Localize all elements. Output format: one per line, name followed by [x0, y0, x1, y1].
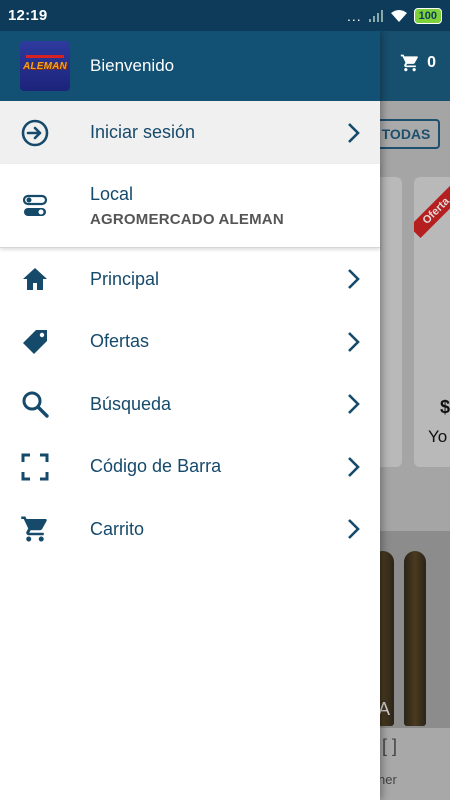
chevron-right-icon [348, 269, 360, 290]
menu-item-label: Iniciar sesión [90, 122, 196, 142]
logo-text: ALEMAN [23, 60, 67, 72]
bottle-image [404, 551, 426, 726]
menu-item-login[interactable]: Iniciar sesión [0, 101, 380, 164]
toggle-icon [20, 191, 50, 221]
menu-item-carrito[interactable]: Carrito [0, 498, 380, 561]
more-dots: ... [346, 7, 362, 24]
status-bar: 12:19 ... 100 [0, 0, 450, 31]
signal-icon [368, 9, 383, 22]
store-logo: ALEMAN [20, 41, 70, 91]
header-title: Bienvenido [90, 56, 175, 75]
menu-item-local[interactable]: Local AGROMERCADO ALEMAN [0, 164, 380, 248]
cart-icon [400, 54, 418, 72]
product-name-fragment: Yo [428, 427, 448, 446]
menu-item-label: Código de Barra [90, 456, 222, 477]
menu-item-label: Ofertas [90, 331, 150, 352]
wifi-icon [390, 9, 407, 22]
chevron-right-icon [348, 331, 360, 352]
scan-icon: [ ] [382, 736, 398, 756]
local-label: Local [90, 184, 134, 204]
bottom-nav-label: ner [378, 772, 397, 787]
search-icon [20, 389, 50, 419]
chevron-right-icon [348, 122, 360, 143]
menu-item-busqueda[interactable]: Búsqueda [0, 373, 380, 436]
filter-todas-button: TODAS [372, 119, 440, 149]
tag-icon [20, 327, 50, 357]
menu-item-codigo-barra[interactable]: Código de Barra [0, 436, 380, 499]
offer-badge: Oferta [414, 183, 450, 239]
menu-item-label: Carrito [90, 518, 145, 539]
navigation-drawer: ALEMAN Bienvenido Iniciar sesión Local A… [0, 31, 380, 800]
product-card: Oferta [414, 177, 450, 467]
menu-item-label: Principal [90, 268, 160, 289]
menu-item-ofertas[interactable]: Ofertas [0, 311, 380, 374]
logo-band [26, 55, 64, 58]
cart-count: 0 [427, 54, 436, 71]
menu-item-label: Búsqueda [90, 393, 172, 414]
chevron-right-icon [348, 456, 360, 477]
menu-item-principal[interactable]: Principal [0, 248, 380, 311]
chevron-right-icon [348, 519, 360, 540]
background-cart: 0 [399, 53, 436, 73]
home-icon [20, 264, 50, 294]
status-time: 12:19 [8, 7, 48, 24]
barcode-scan-icon [20, 452, 50, 482]
price-fragment: $ [440, 397, 450, 417]
cart-icon [20, 514, 50, 544]
drawer-header: ALEMAN Bienvenido [0, 31, 380, 101]
local-store-name: AGROMERCADO ALEMAN [90, 211, 284, 228]
chevron-right-icon [348, 394, 360, 415]
battery-indicator: 100 [413, 7, 442, 24]
login-icon [20, 118, 50, 148]
